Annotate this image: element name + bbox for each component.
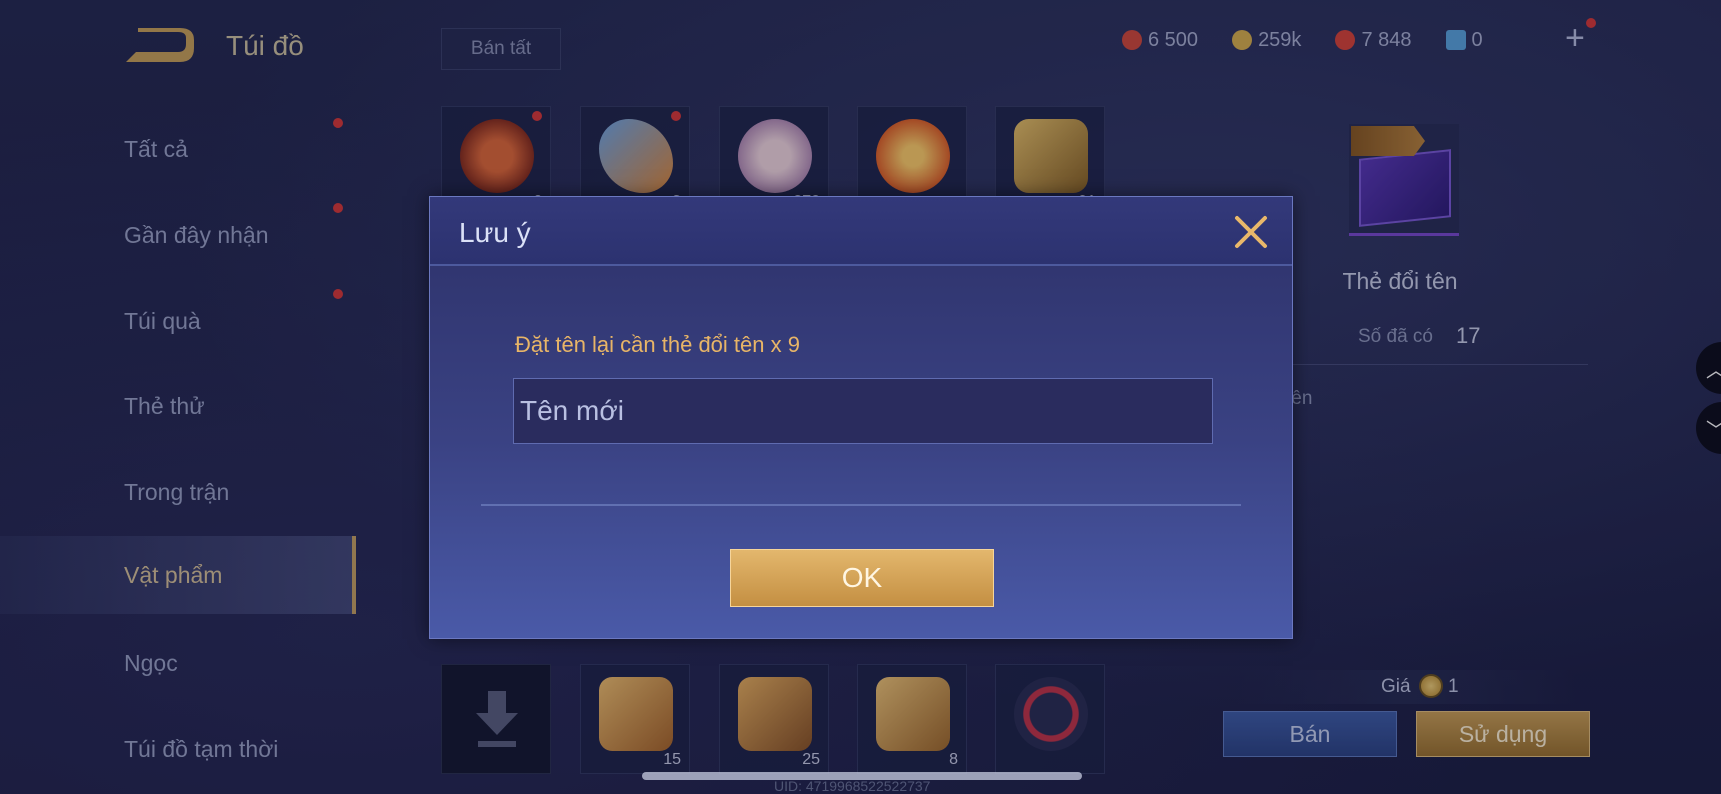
close-icon (1235, 216, 1267, 248)
ok-button[interactable]: OK (730, 549, 994, 607)
home-indicator[interactable] (642, 772, 1082, 780)
rename-requirement-text: Đặt tên lại cần thẻ đổi tên x 9 (515, 332, 800, 357)
dialog-title: Lưu ý (459, 217, 531, 248)
divider (481, 504, 1241, 506)
close-button[interactable] (1230, 211, 1272, 253)
new-name-input[interactable] (513, 378, 1213, 444)
rename-dialog: Lưu ý Đặt tên lại cần thẻ đổi tên x 9 OK (429, 196, 1293, 639)
dialog-header: Lưu ý (430, 197, 1292, 266)
